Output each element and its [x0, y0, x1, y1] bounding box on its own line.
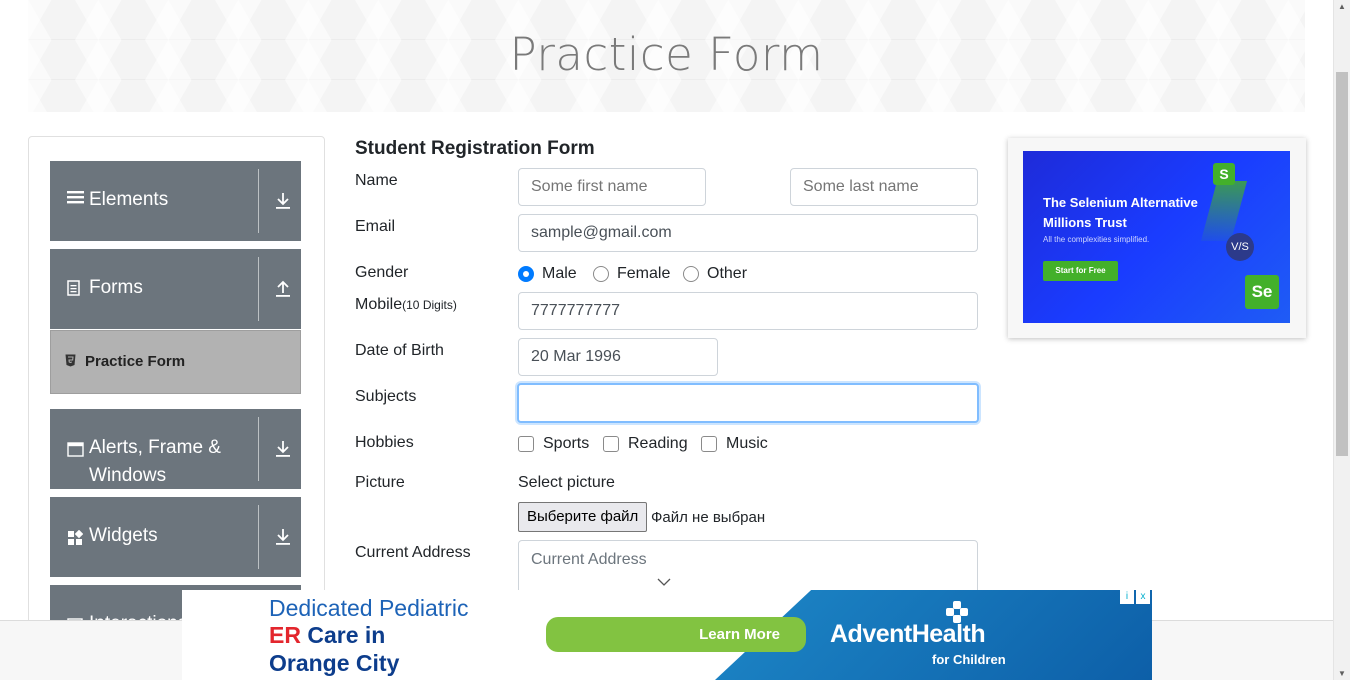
- divider: [258, 257, 259, 321]
- chevron-down-icon: [657, 574, 671, 589]
- checkbox[interactable]: [603, 436, 619, 452]
- select-picture-label: Select picture: [518, 474, 615, 491]
- ad-headline-line: Millions Trust: [1043, 215, 1127, 230]
- form-title: Student Registration Form: [355, 138, 595, 159]
- mobile-label: Mobile(10 Digits): [355, 296, 457, 314]
- ad-line: Orange City: [269, 650, 399, 677]
- date-of-birth-input[interactable]: [518, 338, 718, 376]
- radio-label: Male: [542, 265, 577, 282]
- ad-controls: i x: [1120, 590, 1150, 604]
- radio-button-checked[interactable]: [518, 266, 534, 282]
- ad-headline: The Selenium Alternative Millions Trust: [1043, 193, 1198, 233]
- ad-headline-line: The Selenium Alternative: [1043, 195, 1198, 210]
- download-icon[interactable]: [273, 439, 293, 464]
- download-icon[interactable]: [273, 527, 293, 552]
- scrollbar-thumb[interactable]: [1336, 72, 1348, 456]
- ad-brand: AdventHealth: [830, 620, 986, 648]
- ad-brand-sub: for Children: [932, 652, 1006, 667]
- checkbox-label: Reading: [628, 435, 688, 452]
- gender-radio-male[interactable]: Male: [518, 265, 577, 283]
- ad-line-text: Orange City: [269, 650, 400, 676]
- ad-start-free-button[interactable]: Start for Free: [1043, 261, 1118, 281]
- divider: [258, 169, 259, 233]
- first-name-input[interactable]: [518, 168, 706, 206]
- checkbox-label: Music: [726, 435, 768, 452]
- sidebar-group-label: Widgets: [89, 525, 158, 546]
- window-icon: [67, 442, 84, 462]
- ad-subtext: All the complexities simplified.: [1043, 235, 1150, 244]
- upload-icon[interactable]: [273, 279, 293, 304]
- page: Practice Form Elements Forms Practice Fo…: [0, 0, 1350, 680]
- download-icon[interactable]: [273, 191, 293, 216]
- document-icon: [67, 280, 80, 301]
- radio-button[interactable]: [593, 266, 609, 282]
- sidebar-group-elements[interactable]: Elements: [50, 161, 301, 241]
- radio-label: Female: [617, 265, 671, 282]
- current-address-label: Current Address: [355, 544, 471, 561]
- sidebar-group-label: Forms: [89, 277, 143, 298]
- mobile-input[interactable]: [518, 292, 978, 330]
- file-status: Файл не выбран: [651, 509, 766, 526]
- subjects-input[interactable]: [517, 383, 979, 423]
- radio-label: Other: [707, 265, 748, 282]
- html5-icon: [65, 354, 76, 370]
- hobby-checkbox-sports[interactable]: Sports: [518, 435, 589, 453]
- widgets-icon: [67, 529, 84, 551]
- scroll-down-arrow-icon[interactable]: ▼: [1338, 669, 1346, 678]
- email-input[interactable]: [518, 214, 978, 252]
- sidebar-item-label: Practice Form: [85, 353, 186, 370]
- adventhealth-ad[interactable]: Dedicated Pediatric ER Care in Orange Ci…: [182, 590, 1152, 680]
- checkbox[interactable]: [518, 436, 534, 452]
- checkbox[interactable]: [701, 436, 717, 452]
- ad-decoration: [1200, 181, 1248, 241]
- ad-vs-badge: V/S: [1226, 233, 1254, 261]
- ad-banner[interactable]: S The Selenium Alternative Millions Trus…: [1023, 151, 1290, 323]
- sidebar-item-practice-form[interactable]: Practice Form: [50, 330, 301, 394]
- scroll-up-arrow-icon[interactable]: ▲: [1338, 2, 1346, 11]
- mobile-label-text: Mobile: [355, 296, 403, 313]
- divider: [258, 417, 259, 481]
- ad-close-icon[interactable]: x: [1136, 590, 1150, 604]
- ad-se-badge: Se: [1245, 275, 1279, 309]
- ad-line-text: Care in: [300, 622, 386, 648]
- picture-label: Picture: [355, 474, 405, 491]
- hobby-checkbox-reading[interactable]: Reading: [603, 435, 688, 453]
- page-title: Practice Form: [509, 28, 824, 81]
- sidebar-group-widgets[interactable]: Widgets: [50, 497, 301, 577]
- gender-radio-female[interactable]: Female: [593, 265, 670, 283]
- hobby-checkbox-music[interactable]: Music: [701, 435, 768, 453]
- last-name-input[interactable]: [790, 168, 978, 206]
- ad-s-badge: S: [1213, 163, 1235, 185]
- page-header-banner: Practice Form: [28, 0, 1305, 112]
- mobile-hint: (10 Digits): [402, 298, 457, 312]
- ad-line: Dedicated Pediatric: [269, 595, 469, 621]
- email-label: Email: [355, 218, 396, 235]
- radio-button[interactable]: [683, 266, 699, 282]
- choose-file-button[interactable]: Выберите файл: [518, 502, 648, 532]
- sidebar-group-forms[interactable]: Forms: [50, 249, 301, 329]
- ad-line: ER Care in: [269, 622, 385, 649]
- gender-radio-other[interactable]: Other: [683, 265, 747, 283]
- gender-label: Gender: [355, 264, 409, 281]
- ad-info-icon[interactable]: i: [1120, 590, 1134, 604]
- hamburger-icon: [67, 190, 84, 209]
- dob-label: Date of Birth: [355, 342, 444, 359]
- hobbies-label: Hobbies: [355, 434, 414, 451]
- ad-er-text: ER: [269, 622, 301, 648]
- name-label: Name: [355, 172, 398, 189]
- selenium-ad[interactable]: S The Selenium Alternative Millions Trus…: [1008, 138, 1306, 338]
- divider: [258, 505, 259, 569]
- subjects-label: Subjects: [355, 388, 417, 405]
- sidebar-group-alerts-frame-windows[interactable]: Alerts, Frame & Windows: [50, 409, 301, 489]
- sidebar-group-label: Elements: [89, 189, 169, 210]
- learn-more-button[interactable]: Learn More: [546, 617, 806, 652]
- sidebar-group-label: Alerts, Frame & Windows: [89, 437, 221, 486]
- checkbox-label: Sports: [543, 435, 590, 452]
- page-scrollbar[interactable]: ▲ ▼: [1333, 0, 1350, 680]
